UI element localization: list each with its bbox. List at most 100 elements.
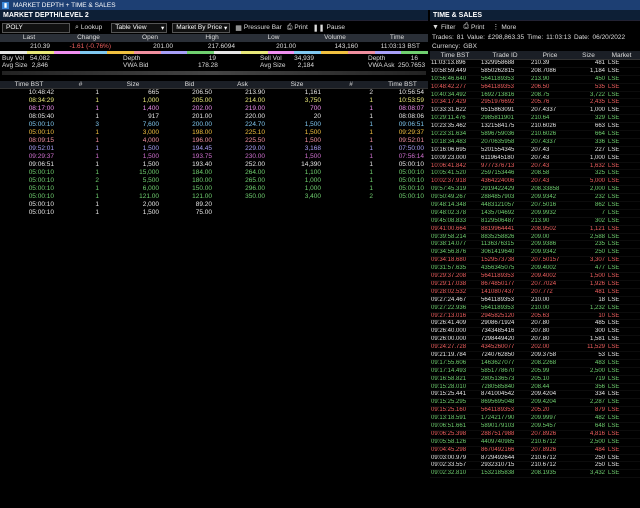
column-header[interactable]: Price [530, 51, 570, 59]
filter-button[interactable]: ▼ Filter [432, 24, 455, 31]
sort-select[interactable]: Market By Price ▾ [172, 22, 231, 33]
depth-row[interactable]: 08:34:29 1 1,000 205.00 214.00 3,750 1 10:53:59 [0, 97, 428, 105]
trade-row[interactable]: 10:40:34.492 1692713816 208.75 3,722 LSE [430, 92, 640, 100]
trade-row[interactable]: 09:15:25.160 5641189353 205.20 879 LSE [430, 407, 640, 416]
symbol-input[interactable]: POLY [2, 22, 70, 33]
trade-row[interactable]: 10:16:06.695 5201554345 207.43 227 LSE [430, 147, 640, 155]
trade-row[interactable]: 10:29:11.476 2985811901 210.64 329 LSE [430, 115, 640, 124]
trade-row[interactable]: 09:15:25.441 8741004542 209.4204 334 LSE [430, 391, 640, 400]
trade-row[interactable]: 10:34:17.429 2951976692 205.76 2,435 LSE [430, 99, 640, 108]
column-header[interactable]: # [325, 81, 377, 88]
trade-row[interactable]: 09:06:51.661 5890179103 209.5457 648 LSE [430, 423, 640, 431]
trade-row[interactable]: 09:26:00.000 7298449420 207.80 1,581 LSE [430, 336, 640, 345]
column-header[interactable]: Time BST [430, 51, 480, 59]
trade-row[interactable]: 09:02:32.810 1532185838 208.1935 3,432 LSE [430, 470, 640, 479]
depth-row[interactable]: 09:06:51 1 1,500 193.40 252.00 14,390 1 05:00:1… [0, 161, 428, 169]
depth-cell-at: 05:00:10 [398, 161, 424, 168]
column-header[interactable]: Size [269, 81, 325, 88]
trade-row[interactable]: 09:02:33.557 2932310715 210.6712 250 LSE [430, 462, 640, 471]
trade-row[interactable]: 10:18:34.483 2070635958 207.4337 336 LSE [430, 139, 640, 147]
trade-cell-p: 210.6712 [531, 438, 557, 445]
trade-row[interactable]: 09:15:28.010 7280585840 208.44 356 LSE [430, 384, 640, 392]
trade-row[interactable]: 10:02:37.918 4364224006 207.43 5,000 LSE [430, 178, 640, 187]
trade-row[interactable]: 09:04:45.298 8670492166 207.8926 484 LSE [430, 447, 640, 455]
column-header[interactable]: Market [607, 51, 636, 59]
trade-row[interactable]: 09:29:37.208 5641189353 209.4002 1,500 LSE [430, 273, 640, 281]
column-header[interactable]: # [58, 81, 103, 88]
trade-row[interactable]: 11:03:13.896 1329958688 210.39 481 LSE [430, 60, 640, 68]
trade-row[interactable]: 09:50:49.267 2884857903 209.9342 232 LSE [430, 194, 640, 203]
pause-button[interactable]: ❚❚ Pause [313, 24, 345, 32]
depth-row[interactable]: 09:29:37 1 1,500 193.75 230.00 1,500 1 07:56:14 [0, 153, 428, 161]
trade-row[interactable]: 09:27:24.467 5641189353 210.00 18 LSE [430, 297, 640, 305]
trade-row[interactable]: 10:23:35.462 1321584175 210.6026 663 LSE [430, 123, 640, 132]
trade-cell-t: 10:05:41.520 [431, 170, 467, 177]
column-header[interactable]: Time BST [377, 81, 428, 88]
column-header[interactable]: Size [103, 81, 163, 88]
print-button[interactable]: ⎙ Print [463, 23, 484, 31]
trade-row[interactable]: 10:56:46.640 5641189353 213.90 450 LSE [430, 76, 640, 84]
depth-row[interactable]: 05:00:10 1 2,000 89.20 [0, 201, 428, 209]
depth-row[interactable]: 08:09:15 1 4,000 196.00 225.50 1,500 1 09:52:01 [0, 137, 428, 145]
trade-row[interactable]: 09:21:19.784 7240762850 209.3758 53 LSE [430, 352, 640, 360]
depth-row[interactable]: 05:00:10 1 6,000 150.00 296.00 1,000 1 05:00:10 [0, 185, 428, 193]
trade-cell-m: LSE [608, 265, 620, 272]
column-header[interactable]: Trade ID [480, 51, 530, 59]
trade-row[interactable]: 09:29:17.038 8674850177 207.7024 1,926 LSE [430, 281, 640, 289]
depth-row[interactable]: 08:17:00 1 1,400 202.00 219.00 700 1 08:08:07 [0, 105, 428, 113]
trade-row[interactable]: 09:27:13.016 2945825120 205.63 10 LSE [430, 313, 640, 321]
column-header[interactable]: Time BST [0, 81, 58, 88]
trade-row[interactable]: 09:39:58.214 8835258826 209.00 2,588 LSE [430, 234, 640, 242]
trade-row[interactable]: 09:48:14.348 4483121057 207.5016 862 LSE [430, 202, 640, 210]
trade-row[interactable]: 10:06:41.842 9777376713 207.43 1,632 LSE [430, 163, 640, 171]
trade-row[interactable]: 09:34:18.680 1529573738 207.50157 3,307 LSE [430, 257, 640, 266]
trade-row[interactable]: 10:58:59.449 5850262815 208.7086 1,184 LSE [430, 68, 640, 76]
more-button[interactable]: ⋮ More [492, 23, 516, 32]
depth-row[interactable]: 05:00:10 1 121.00 121.00 350.00 3,400 2 05:00:1… [0, 193, 428, 201]
column-header[interactable]: Bid [163, 81, 216, 88]
depth-row[interactable]: 05:00:10 1 3,000 198.00 225.10 1,500 1 09:29:37 [0, 129, 428, 137]
trade-row[interactable]: 09:27:22.936 5641189353 210.00 1,232 LSE [430, 305, 640, 313]
print-button[interactable]: ⎙ Print [287, 24, 308, 32]
depth-cell-at: 09:52:01 [398, 137, 424, 144]
trade-row[interactable]: 09:38:14.077 1136376315 209.9386 235 LSE [430, 241, 640, 250]
depth-row[interactable]: 05:00:10 2 5,500 180.00 265.00 1,000 1 05:00:10 [0, 177, 428, 185]
trade-cell-p: 205.20 [531, 407, 550, 414]
trade-row[interactable]: 09:41:00.664 8819964441 208.9502 1,121 LSE [430, 226, 640, 234]
trade-row[interactable]: 10:48:42.277 5641189353 206.50 535 LSE [430, 84, 640, 92]
trade-row[interactable]: 09:06:25.398 2887517988 207.8926 4,816 LSE [430, 431, 640, 439]
trade-row[interactable]: 09:48:02.378 1435704692 209.9932 7 LSE [430, 210, 640, 218]
trade-row[interactable]: 09:17:14.493 5851778670 205.99 2,500 LSE [430, 368, 640, 376]
lookup-button[interactable]: ⌕ Lookup [75, 24, 102, 32]
trade-row[interactable]: 10:05:41.520 2597153446 208.58 325 LSE [430, 170, 640, 179]
column-header[interactable]: Ask [216, 81, 269, 88]
trade-row[interactable]: 09:26:40.000 7343485416 207.80 300 LSE [430, 328, 640, 337]
trade-row[interactable]: 10:09:23.000 6119645180 207.43 1,000 LSE [430, 155, 640, 163]
depth-row[interactable]: 08:05:40 1 917 201.00 220.00 20 1 08:08:06 [0, 113, 428, 121]
trade-row[interactable]: 09:45:08.833 8129506487 213.90 302 LSE [430, 218, 640, 226]
trade-cell-m: LSE [608, 407, 620, 414]
trade-row[interactable]: 09:17:55.606 1463627077 208.2268 483 LSE [430, 360, 640, 368]
trade-row[interactable]: 09:24:27.728 4345260077 202.00 11,529 LSE [430, 344, 640, 352]
trade-cell-s: 1,184 [589, 67, 605, 74]
trade-row[interactable]: 09:16:58.821 2805136573 205.10 719 LSE [430, 376, 640, 384]
trade-row[interactable]: 09:31:57.635 4356345075 209.4002 477 LSE [430, 265, 640, 274]
trade-row[interactable]: 09:26:41.409 2908671924 207.80 485 LSE [430, 320, 640, 329]
trade-row[interactable]: 09:03:00.979 8729492644 210.6712 250 LSE [430, 455, 640, 463]
depth-row[interactable]: 05:00:10 3 7,600 200.00 224.70 1,500 1 09:06:51 [0, 121, 428, 129]
trade-row[interactable]: 10:33:31.622 6515863091 207.4337 1,000 LSE [430, 107, 640, 116]
depth-row[interactable]: 05:00:10 1 1,500 75.00 [0, 209, 428, 217]
trade-row[interactable]: 09:57:45.319 2919422429 208.33858 2,000 LSE [430, 186, 640, 195]
trade-row[interactable]: 10:23:31.634 5896759036 210.6026 664 LSE [430, 131, 640, 139]
trade-row[interactable]: 09:05:58.126 4409740985 210.6712 2,500 LSE [430, 439, 640, 447]
column-header[interactable]: Size [570, 51, 607, 59]
pressure-bar-button[interactable]: ▦ Pressure Bar [235, 24, 282, 32]
view-select[interactable]: Table View ▾ [111, 22, 168, 33]
trade-row[interactable]: 09:15:25.295 8695695048 209.4204 2,287 LSE [430, 399, 640, 408]
depth-row[interactable]: 09:52:01 1 1,500 194.45 229.00 3,168 1 07:50:00 [0, 145, 428, 153]
depth-row[interactable]: 10:48:42 1 665 206.50 213.90 1,161 2 10:56:54 [0, 89, 428, 97]
trade-row[interactable]: 09:34:56.876 3061419640 209.9342 250 LSE [430, 249, 640, 258]
trade-row[interactable]: 09:13:18.591 1724217790 209.9997 482 LSE [430, 415, 640, 423]
trade-row[interactable]: 09:28:02.532 1410807437 207.772 481 LSE [430, 289, 640, 297]
depth-row[interactable]: 05:00:10 1 15,000 184.00 264.00 1,100 1 05:00:1… [0, 169, 428, 177]
